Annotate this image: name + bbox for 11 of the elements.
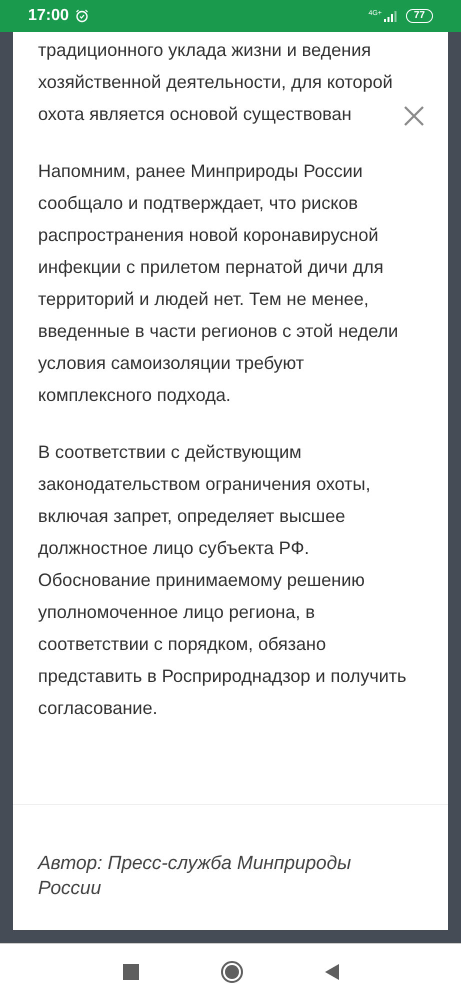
back-icon[interactable] (324, 964, 338, 980)
battery-indicator: 77 (406, 9, 433, 23)
alarm-icon (74, 9, 89, 23)
article-paragraph: традиционного уклада жизни и ведения хозяйственной деятельности, для которой охота является основой существован (38, 39, 394, 126)
home-button[interactable] (220, 961, 242, 983)
article-paragraph: В соответствии с действующим законодательством ограничения охоты, включая запрет, определяет высшее должностное лицо субъекта РФ. Обоснование принимаемому решению уполномоченное лицо региона, в соответствии с порядком, обязано представить в Росприроднадзор и получить согласование. (38, 441, 408, 720)
article-author: Автор: Пресс-служба Минприроды России (38, 852, 352, 901)
signal-icon (384, 10, 398, 22)
clock-time: 17:00 (28, 6, 69, 26)
article-paragraph: Напомним, ранее Минприроды России сообщало и подтверждает, что рисков распространения новой коронавирусной инфекции с прилетом пернатой дичи для территорий и людей нет. Тем не менее, введенные в части регионов с этой недели условия самоизоляции требуют комплексного подхода. (38, 160, 400, 407)
recents-button[interactable] (122, 964, 138, 980)
